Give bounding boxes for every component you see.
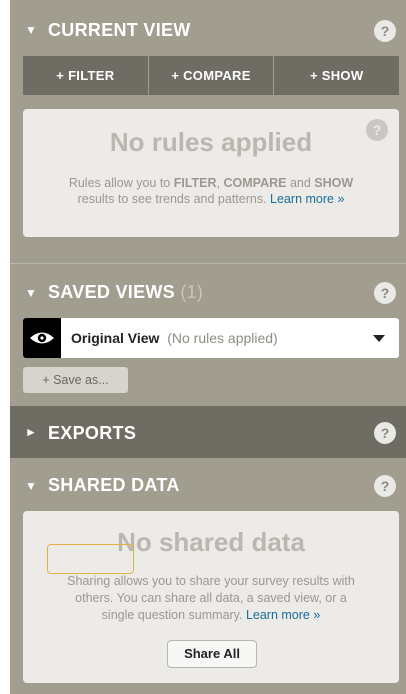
current-view-section: ▼ CURRENT VIEW ? + FILTER + COMPARE + SH… — [10, 0, 406, 262]
saved-views-header[interactable]: ▼ SAVED VIEWS (1) ? — [10, 264, 406, 320]
no-rules-heading: No rules applied — [109, 127, 313, 157]
rules-desc-text: Rules allow you to — [68, 176, 174, 190]
save-as-button[interactable]: + Save as... — [23, 367, 128, 393]
chevron-down-icon — [373, 335, 385, 342]
exports-help-icon[interactable]: ? — [374, 422, 396, 444]
collapse-arrow-icon: ▼ — [25, 286, 37, 300]
add-filter-button[interactable]: + FILTER — [23, 56, 149, 95]
saved-views-title: SAVED VIEWS (1) — [48, 282, 203, 303]
shared-data-title: SHARED DATA — [48, 475, 180, 495]
collapse-arrow-icon: ▼ — [25, 479, 37, 493]
shared-desc-line: single question summary. — [101, 608, 246, 622]
no-rules-card: No rules applied ? Rules allow you to FI… — [23, 109, 399, 237]
current-view-header[interactable]: ▼ CURRENT VIEW ? — [10, 0, 406, 56]
selected-view-note: (No rules applied) — [167, 330, 278, 346]
current-view-help-icon[interactable]: ? — [374, 20, 396, 42]
rules-desc-text: results to see trends and patterns. — [77, 192, 271, 206]
shared-data-header[interactable]: ▼ SHARED DATA ? — [10, 458, 406, 514]
collapse-arrow-icon: ▼ — [25, 23, 37, 37]
exports-section[interactable]: ► EXPORTS ? — [10, 406, 406, 458]
saved-views-count: (1) — [180, 282, 204, 302]
focus-highlight-box — [47, 544, 134, 574]
share-all-button[interactable]: Share All — [167, 640, 257, 668]
analyze-sidebar: ▼ CURRENT VIEW ? + FILTER + COMPARE + SH… — [10, 0, 406, 694]
rule-buttons: + FILTER + COMPARE + SHOW — [23, 56, 400, 95]
shared-learn-more-link[interactable]: Learn more » — [246, 608, 320, 622]
current-view-title: CURRENT VIEW — [48, 20, 191, 40]
selected-view-label: Original View (No rules applied) — [71, 330, 278, 346]
shared-data-description: Sharing allows you to share your survey … — [23, 573, 399, 624]
rules-desc-text: and — [286, 176, 315, 190]
rules-help-icon[interactable]: ? — [366, 119, 388, 141]
rules-desc-compare: COMPARE — [223, 176, 287, 190]
shared-data-help-icon[interactable]: ? — [374, 475, 396, 497]
add-compare-button[interactable]: + COMPARE — [148, 56, 275, 95]
selected-view-name: Original View — [71, 330, 160, 346]
shared-desc-line: Sharing allows you to share your survey … — [67, 574, 355, 588]
saved-views-title-text: SAVED VIEWS — [48, 282, 175, 302]
rules-desc-text: , — [216, 176, 224, 190]
saved-views-help-icon[interactable]: ? — [374, 282, 396, 304]
shared-desc-line: others. You can share all data, a saved … — [75, 591, 347, 605]
saved-view-dropdown[interactable]: Original View (No rules applied) — [23, 318, 399, 358]
rules-desc-filter: FILTER — [173, 176, 217, 190]
rules-desc-show: SHOW — [314, 176, 354, 190]
exports-title: EXPORTS — [48, 423, 137, 443]
add-show-button[interactable]: + SHOW — [274, 56, 400, 95]
rules-learn-more-link[interactable]: Learn more » — [270, 192, 344, 206]
rules-description: Rules allow you to FILTER, COMPARE and S… — [23, 175, 399, 207]
eye-icon — [23, 318, 61, 358]
expand-arrow-icon: ► — [25, 425, 37, 439]
